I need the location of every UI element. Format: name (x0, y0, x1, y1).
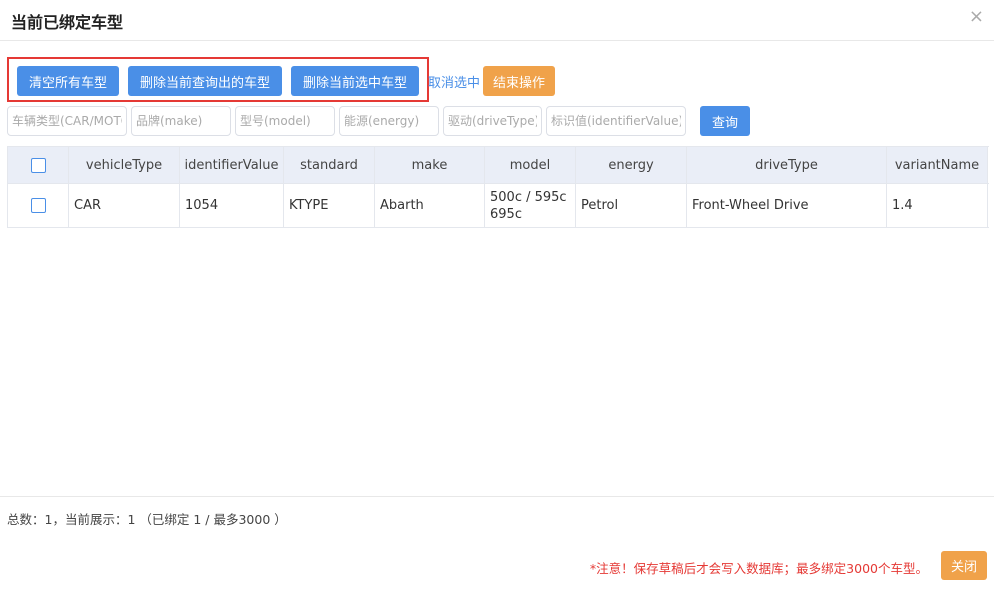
footer-divider (0, 496, 994, 497)
col-header-drivetype: driveType (686, 146, 887, 184)
dialog-header: 当前已绑定车型 × (0, 0, 994, 41)
cell-variantname: 1.4 (886, 183, 988, 228)
table-header-row: vehicleType identifierValue standard mak… (7, 146, 988, 184)
col-header-identifiervalue: identifierValue (179, 146, 284, 184)
cell-drivetype: Front-Wheel Drive (686, 183, 887, 228)
col-header-standard: standard (283, 146, 375, 184)
row-checkbox[interactable] (30, 198, 46, 213)
make-input[interactable] (131, 106, 231, 136)
cell-vehicletype: CAR (68, 183, 180, 228)
energy-input[interactable] (339, 106, 439, 136)
col-header-model: model (484, 146, 576, 184)
clear-all-button[interactable]: 清空所有车型 (17, 66, 119, 96)
end-operation-button[interactable]: 结束操作 (483, 66, 555, 96)
model-input[interactable] (235, 106, 335, 136)
cell-identifiervalue: 1054 (179, 183, 284, 228)
table-row: CAR 1054 KTYPE Abarth 500c / 595c 695c P… (7, 183, 988, 228)
delete-selected-button[interactable]: 删除当前选中车型 (291, 66, 419, 96)
bound-vehicles-dialog: 当前已绑定车型 × 清空所有车型 删除当前查询出的车型 删除当前选中车型 取消选… (0, 0, 994, 590)
delete-queried-button[interactable]: 删除当前查询出的车型 (128, 66, 282, 96)
summary-text: 总数：1，当前展示：1 （已绑定 1 / 最多3000 ） (7, 512, 287, 527)
identifier-input[interactable] (546, 106, 686, 136)
cell-make: Abarth (374, 183, 485, 228)
col-header-make: make (374, 146, 485, 184)
select-all-checkbox[interactable] (30, 157, 46, 173)
col-header-vehicletype: vehicleType (68, 146, 180, 184)
col-header-variantname: variantName (886, 146, 988, 184)
cell-model: 500c / 595c 695c (484, 183, 576, 228)
close-icon[interactable]: × (969, 8, 984, 26)
cell-standard: KTYPE (283, 183, 375, 228)
close-button[interactable]: 关闭 (941, 551, 987, 580)
query-button[interactable]: 查询 (700, 106, 750, 136)
vehicle-table: vehicleType identifierValue standard mak… (7, 146, 988, 228)
cancel-selection-link[interactable]: 取消选中 (428, 72, 480, 91)
warning-note: *注意！保存草稿后才会写入数据库；最多绑定3000个车型。 (589, 561, 928, 576)
drive-type-input[interactable] (443, 106, 542, 136)
cell-energy: Petrol (575, 183, 687, 228)
vehicle-type-input[interactable] (7, 106, 127, 136)
select-all-cell (7, 146, 69, 184)
dialog-title: 当前已绑定车型 (11, 13, 124, 32)
row-select-cell (7, 183, 69, 228)
col-header-energy: energy (575, 146, 687, 184)
